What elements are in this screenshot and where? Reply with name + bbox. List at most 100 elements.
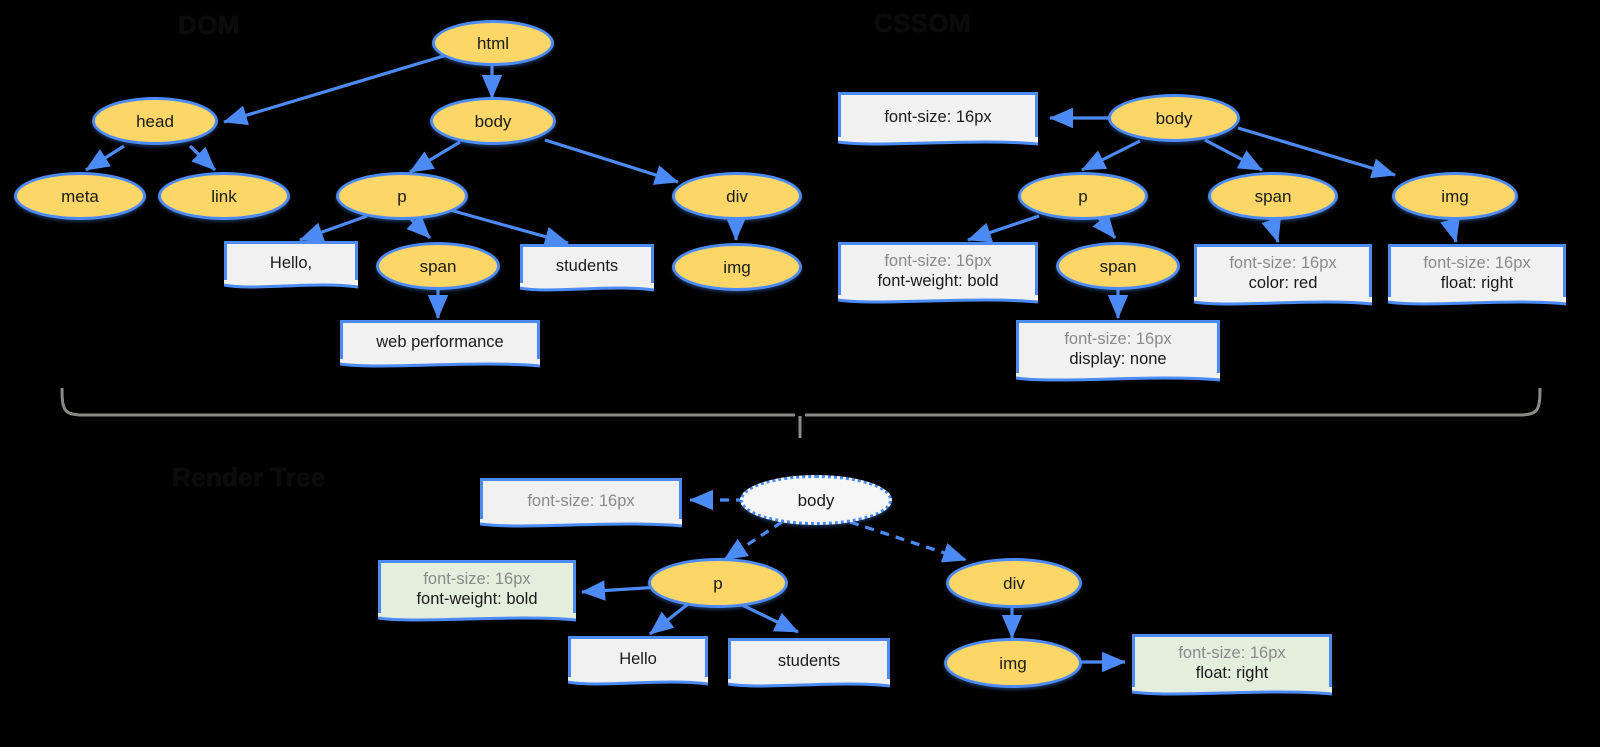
wave-edge-icon [1016, 373, 1220, 382]
dom-node-body[interactable]: body [430, 97, 556, 145]
note-line: font-weight: bold [877, 272, 999, 290]
edge-render-body-div [849, 520, 967, 563]
node-label: span [1099, 256, 1137, 276]
note-line: float: right [1440, 274, 1514, 292]
render-textnode-students[interactable]: students [728, 638, 890, 688]
edge-dom-body-div [544, 138, 679, 185]
note-line: font-size: 16px [423, 569, 531, 588]
render-node-body[interactable]: body [740, 475, 892, 525]
edge-dom-body-p [409, 140, 461, 174]
grouping-brace [60, 387, 1542, 438]
render-textnode-hello[interactable]: Hello [568, 636, 708, 686]
dom-textnode-hello[interactable]: Hello, [224, 241, 358, 289]
cssom-rule-note-p[interactable]: font-size: 16px font-weight: bold [838, 242, 1038, 304]
dom-node-p[interactable]: p [336, 172, 468, 220]
node-label: p [713, 573, 723, 593]
render-node-p[interactable]: p [648, 558, 788, 608]
note-line: students [777, 651, 841, 670]
cssom-rule-note-body[interactable]: font-size: 16px [838, 92, 1038, 146]
note-line: font-size: 16px [884, 251, 992, 270]
cssom-rule-note-img[interactable]: font-size: 16px float: right [1388, 244, 1566, 306]
node-label: img [1441, 186, 1469, 206]
edge-cssom-body-p [1081, 139, 1141, 172]
note-line: font-size: 16px [1064, 329, 1172, 348]
node-label: body [1155, 108, 1193, 128]
wave-edge-icon [838, 295, 1038, 304]
render-rule-note-img[interactable]: font-size: 16px float: right [1132, 634, 1332, 696]
dom-node-img[interactable]: img [672, 243, 802, 291]
dom-node-head[interactable]: head [92, 97, 218, 145]
cssom-rule-note-span-of-body[interactable]: font-size: 16px color: red [1194, 244, 1372, 306]
note-line: display: none [1069, 350, 1167, 368]
node-label: link [211, 186, 237, 206]
wave-edge-icon [568, 677, 708, 686]
edge-dom-head-link [188, 144, 217, 172]
edge-layer [60, 50, 1542, 673]
render-node-div[interactable]: div [946, 558, 1082, 608]
wave-edge-icon [340, 359, 540, 368]
edge-cssom-p-spanp [1092, 213, 1117, 240]
note-line: web performance [376, 332, 504, 351]
note-line: font-size: 16px [884, 107, 992, 126]
edge-cssom-body-span [1204, 138, 1263, 172]
wave-edge-icon [520, 283, 654, 292]
dom-node-div[interactable]: div [672, 172, 802, 220]
edge-dom-p-span [406, 214, 432, 240]
node-label: p [1078, 186, 1088, 206]
wave-edge-icon [1388, 297, 1566, 306]
node-label: div [726, 186, 748, 206]
section-title-cssom: CSSOM [874, 8, 971, 38]
dom-node-link[interactable]: link [158, 172, 290, 220]
edge-render-body-p [723, 520, 783, 562]
cssom-node-img[interactable]: img [1392, 172, 1518, 220]
node-label: p [397, 186, 407, 206]
note-line: font-size: 16px [1178, 643, 1286, 662]
diagram-canvas: DOM CSSOM Render Tree html head body met… [0, 0, 1600, 747]
edge-dom-p-students [449, 208, 569, 247]
note-line: float: right [1195, 664, 1269, 682]
edge-dom-p-hello [299, 214, 368, 242]
edge-dom-html-head [223, 50, 458, 126]
wave-edge-icon [728, 679, 890, 688]
node-label: div [1003, 573, 1025, 593]
dom-node-html[interactable]: html [432, 20, 554, 66]
node-label: img [999, 653, 1027, 673]
note-line: font-size: 16px [1229, 253, 1337, 272]
section-title-dom: DOM [178, 10, 240, 40]
dom-textnode-students[interactable]: students [520, 244, 654, 292]
dom-textnode-web-performance[interactable]: web performance [340, 320, 540, 368]
cssom-node-span-of-p[interactable]: span [1056, 242, 1180, 290]
render-node-img[interactable]: img [944, 638, 1082, 688]
note-line: Hello, [269, 253, 313, 272]
note-line: color: red [1248, 274, 1318, 292]
note-line: font-size: 16px [1423, 253, 1531, 272]
cssom-node-p[interactable]: p [1018, 172, 1148, 220]
node-label: body [797, 490, 835, 510]
render-rule-note-p[interactable]: font-size: 16px font-weight: bold [378, 560, 576, 622]
cssom-node-span-of-body[interactable]: span [1208, 172, 1338, 220]
cssom-rule-note-span-of-p[interactable]: font-size: 16px display: none [1016, 320, 1220, 382]
edge-render-p-students [739, 602, 799, 634]
wave-edge-icon [378, 613, 576, 622]
note-line: font-weight: bold [416, 590, 538, 608]
node-label: meta [61, 186, 99, 206]
wave-edge-icon [1194, 297, 1372, 306]
wave-edge-icon [224, 280, 358, 289]
dom-node-span[interactable]: span [376, 242, 500, 290]
edge-cssom-body-img [1237, 126, 1396, 179]
node-label: html [476, 33, 510, 53]
section-title-render-tree: Render Tree [172, 462, 326, 492]
note-line: font-size: 16px [527, 491, 635, 510]
cssom-node-body[interactable]: body [1108, 94, 1240, 142]
node-label: span [1254, 186, 1292, 206]
wave-edge-icon [480, 519, 682, 528]
dom-node-meta[interactable]: meta [14, 172, 146, 220]
node-label: img [723, 257, 751, 277]
wave-edge-icon [1132, 687, 1332, 696]
edge-cssom-p-note [967, 214, 1040, 243]
edge-dom-head-meta [85, 144, 125, 172]
render-rule-note-body[interactable]: font-size: 16px [480, 478, 682, 528]
wave-edge-icon [838, 137, 1038, 146]
note-line: students [555, 256, 619, 275]
note-line: Hello [619, 649, 657, 668]
